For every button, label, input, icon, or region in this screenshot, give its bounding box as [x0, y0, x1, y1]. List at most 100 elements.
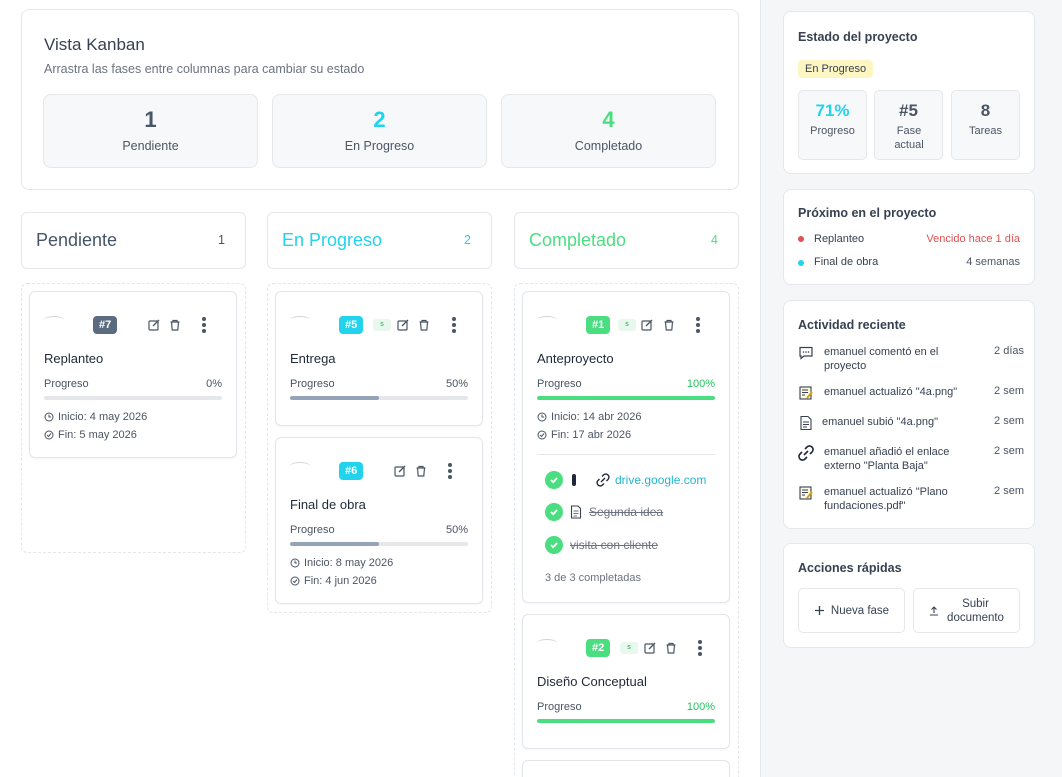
stat-value: 71% — [815, 101, 850, 120]
phase-card-diseno-conceptual[interactable]: #2 s Diseño Conceptual Progreso 100% — [522, 614, 730, 749]
drag-handle[interactable] — [537, 639, 557, 647]
panel-estado-proyecto: Estado del proyecto En Progreso 71% Prog… — [783, 11, 1035, 174]
column-header-completado: Completado 4 — [514, 212, 739, 269]
progress-value: 100% — [686, 701, 715, 713]
stat-value: 8 — [980, 101, 991, 120]
more-vertical-icon[interactable] — [451, 316, 457, 334]
checklist-text: visita con cliente — [570, 538, 659, 552]
edit-note-icon — [799, 486, 813, 500]
more-vertical-icon[interactable] — [201, 316, 207, 334]
edit-icon[interactable] — [640, 318, 654, 332]
drag-handle[interactable] — [537, 316, 557, 324]
check-done-icon[interactable] — [545, 536, 563, 554]
phase-card-replanteo[interactable]: #7 Replanteo Progreso 0% Inicio: 4 may 2… — [29, 291, 237, 458]
start-date: Inicio: 14 abr 2026 — [537, 411, 642, 423]
activity-text: emanuel comentó en el proyecto — [824, 346, 939, 372]
edit-icon[interactable] — [643, 641, 657, 655]
trash-icon[interactable] — [664, 641, 678, 655]
upload-icon — [929, 605, 938, 616]
upcoming-name[interactable]: Final de obra — [814, 256, 878, 268]
stat-tareas: 8 Tareas — [951, 90, 1020, 160]
phase-number-badge: #6 — [339, 462, 364, 480]
phase-card-partial[interactable] — [522, 760, 730, 777]
status-mini-badge: s — [373, 319, 391, 331]
activity-when: 2 sem — [994, 415, 1024, 427]
checklist-link[interactable]: drive.google.com — [615, 473, 706, 487]
checklist-item[interactable]: drive.google.com — [545, 471, 706, 489]
panel-title: Acciones rápidas — [798, 561, 902, 575]
phase-number-badge: #5 — [339, 316, 364, 334]
drag-handle[interactable] — [290, 462, 310, 470]
stat-label: Completado — [574, 139, 643, 153]
progress-bar — [290, 396, 468, 400]
activity-when: 2 sem — [994, 385, 1024, 397]
trash-icon[interactable] — [662, 318, 676, 332]
phase-card-anteproyecto[interactable]: #1 s Anteproyecto Progreso 100% Inicio: … — [522, 291, 730, 603]
more-vertical-icon[interactable] — [447, 462, 453, 480]
trash-icon[interactable] — [168, 318, 182, 332]
trash-icon[interactable] — [414, 464, 428, 478]
status-mini-badge: s — [618, 319, 636, 331]
stat-value: 1 — [144, 107, 157, 132]
edit-icon[interactable] — [396, 318, 410, 332]
upcoming-name[interactable]: Replanteo — [814, 233, 864, 245]
stat-en-progreso: 2 En Progreso — [272, 94, 487, 168]
phase-card-final-de-obra[interactable]: #6 Final de obra Progreso 50% Inicio: 8 … — [275, 437, 483, 604]
progress-fill — [290, 396, 379, 400]
panel-actividad: Actividad reciente emanuel comentó en el… — [783, 300, 1035, 529]
checklist-summary: 3 de 3 completadas — [545, 572, 642, 584]
phase-title: Entrega — [290, 351, 336, 366]
drag-handle[interactable] — [290, 316, 310, 324]
checklist-text: Segunda idea — [589, 505, 664, 519]
stat-label: Tareas — [968, 125, 1003, 137]
activity-text: emanuel actualizó "Plano fundaciones.pdf… — [824, 486, 948, 512]
phase-number-badge: #2 — [586, 639, 611, 657]
edit-icon[interactable] — [393, 464, 407, 478]
drag-handle[interactable] — [44, 316, 64, 324]
comment-icon — [799, 346, 813, 360]
stat-progreso: 71% Progreso — [798, 90, 867, 160]
progress-value: 100% — [686, 378, 715, 390]
stat-value: #5 — [899, 101, 918, 120]
upload-document-label: Subir documento — [947, 597, 1004, 624]
panel-acciones-rapidas: Acciones rápidas Nueva fase Subir docume… — [783, 543, 1035, 648]
more-vertical-icon[interactable] — [695, 316, 701, 334]
progress-bar — [537, 396, 715, 400]
progress-bar — [537, 719, 715, 723]
end-date: Fin: 4 jun 2026 — [290, 575, 377, 587]
panel-title: Actividad reciente — [798, 318, 906, 332]
edit-icon[interactable] — [147, 318, 161, 332]
progress-bar — [44, 396, 222, 400]
checklist-item[interactable]: Segunda idea — [545, 503, 663, 521]
check-done-icon[interactable] — [545, 471, 563, 489]
stat-fase-actual: #5 Fase actual — [874, 90, 943, 160]
trash-icon[interactable] — [417, 318, 431, 332]
checklist-item[interactable]: visita con cliente — [545, 536, 658, 554]
activity-when: 2 sem — [994, 485, 1024, 497]
new-phase-button[interactable]: Nueva fase — [798, 588, 905, 633]
panel-title: Próximo en el proyecto — [798, 206, 937, 220]
phase-number-badge: #7 — [93, 316, 118, 334]
phase-title: Diseño Conceptual — [537, 674, 647, 689]
column-count: 4 — [711, 233, 718, 247]
progress-label: Progreso — [537, 378, 582, 390]
start-date-text: Inicio: 14 abr 2026 — [551, 411, 642, 423]
activity-text: emanuel añadió el enlace externo "Planta… — [824, 446, 950, 472]
activity-when: 2 sem — [994, 445, 1024, 457]
activity-text: emanuel actualizó "4a.png" — [824, 386, 958, 398]
stat-pendiente: 1 Pendiente — [43, 94, 258, 168]
end-date: Fin: 5 may 2026 — [44, 429, 137, 441]
upcoming-when: Vencido hace 1 día — [926, 233, 1020, 245]
more-vertical-icon[interactable] — [697, 639, 703, 657]
phase-title: Replanteo — [44, 351, 104, 366]
check-done-icon[interactable] — [545, 503, 563, 521]
upload-document-button[interactable]: Subir documento — [913, 588, 1020, 633]
stat-label: Progreso — [810, 125, 855, 137]
phase-card-entrega[interactable]: #5 s Entrega Progreso 50% — [275, 291, 483, 426]
progress-fill — [290, 542, 379, 546]
page-title: Vista Kanban — [44, 35, 145, 54]
status-mini-badge: s — [620, 642, 638, 654]
progress-label: Progreso — [290, 524, 335, 536]
phase-number-badge: #1 — [586, 316, 611, 334]
phase-title: Anteproyecto — [537, 351, 614, 366]
